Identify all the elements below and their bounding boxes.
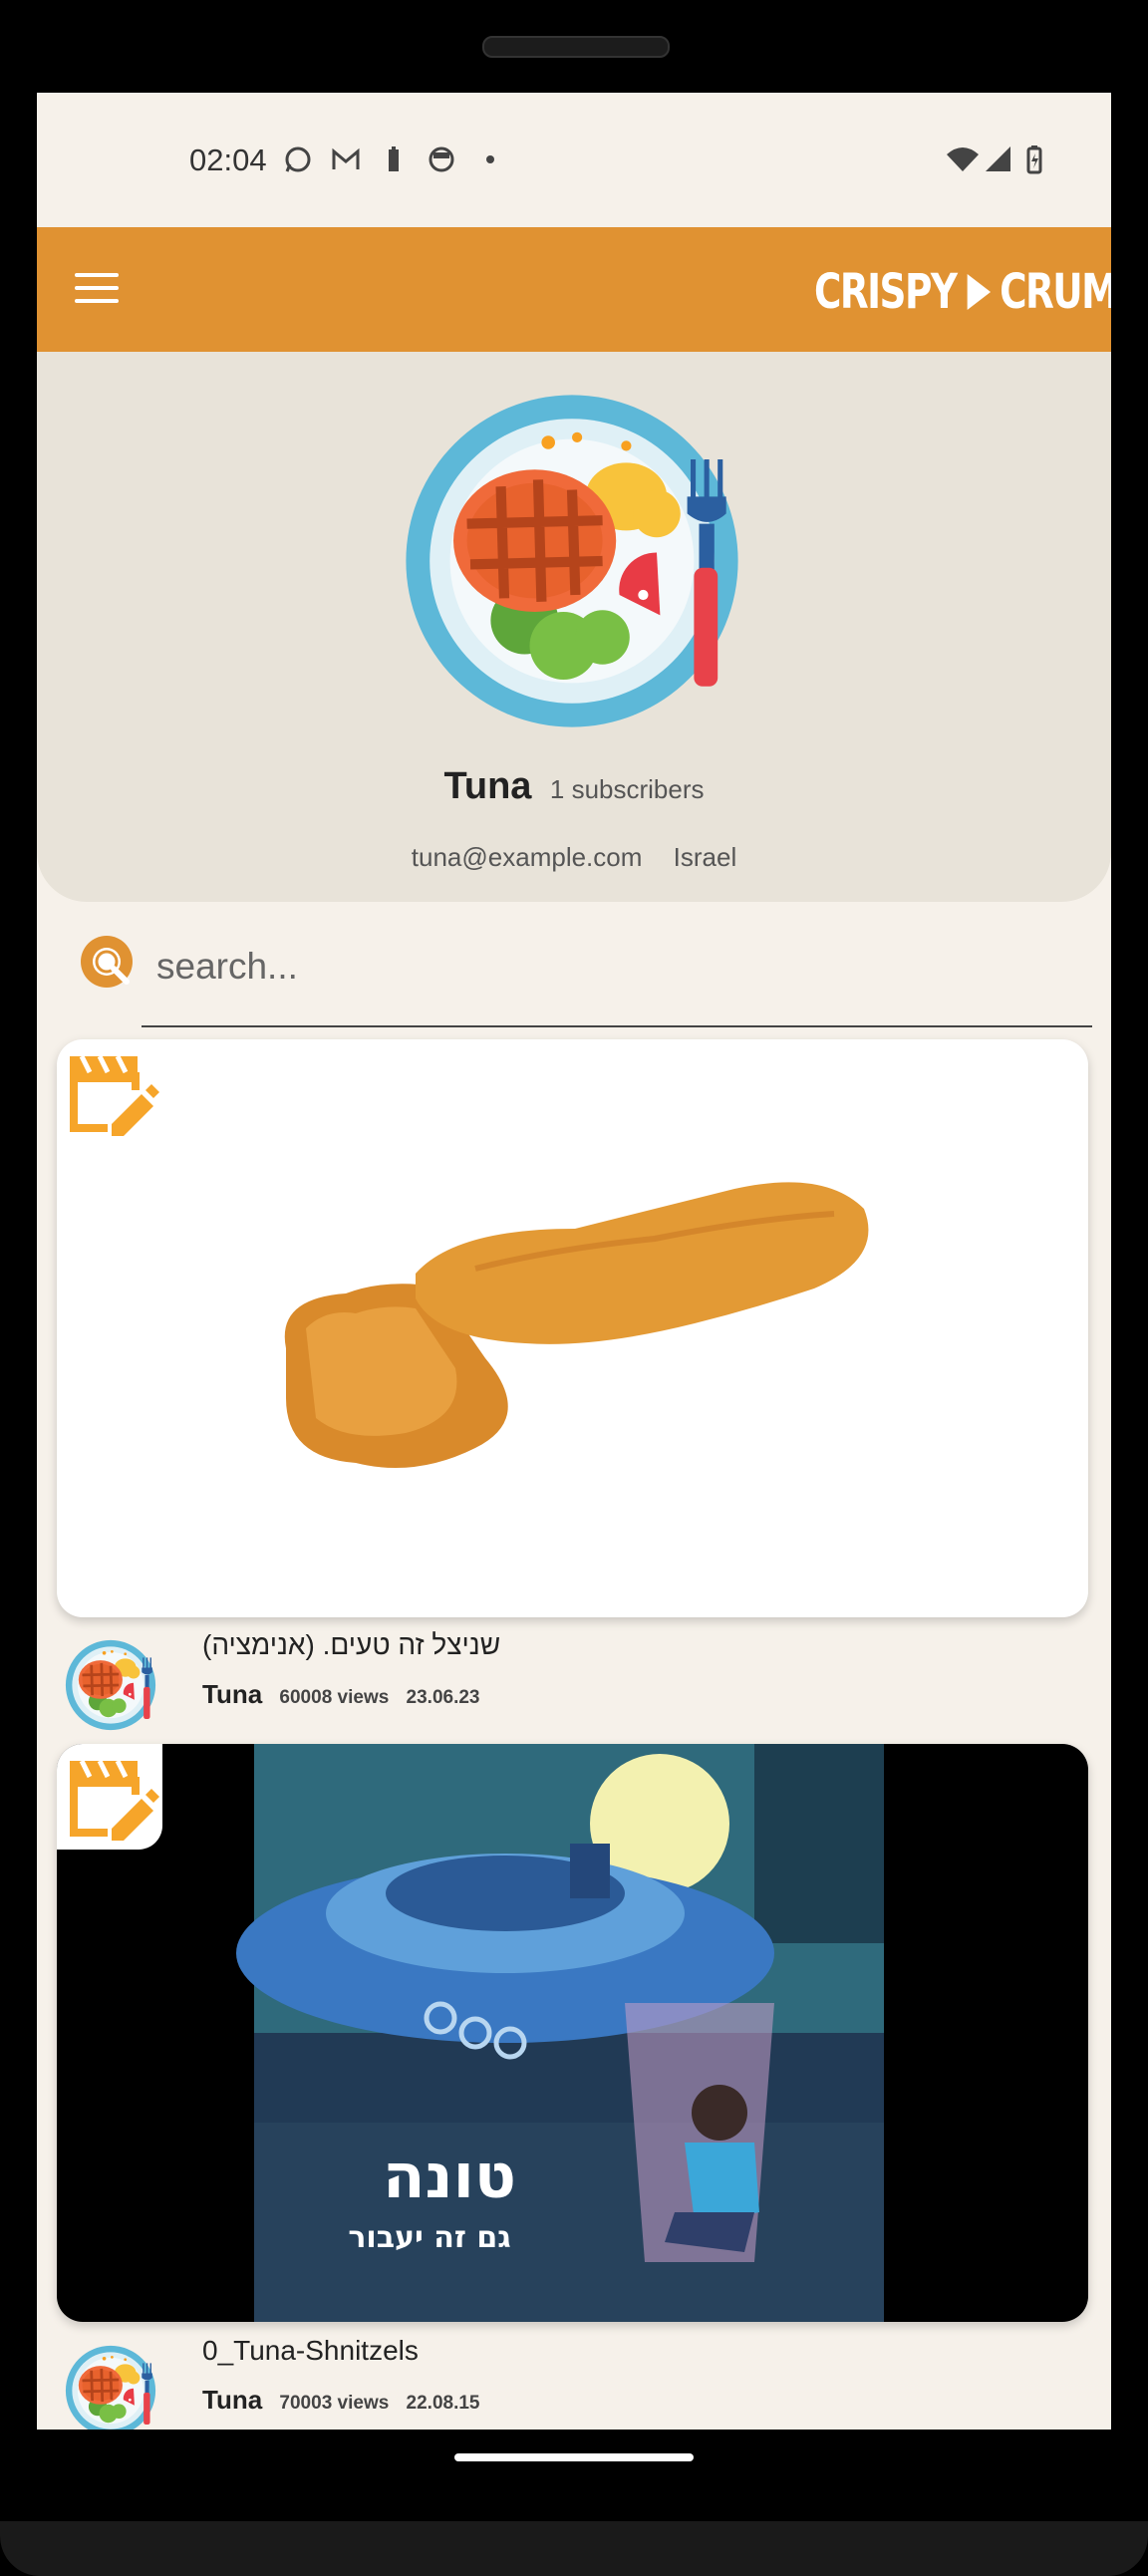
dot-icon — [475, 144, 505, 174]
tuna-animation-thumbnail-image: טונה גם זה יעבור — [236, 1744, 884, 2322]
search-input[interactable] — [156, 942, 1073, 992]
app-logo[interactable]: CRISPY CRUMBS — [814, 261, 1111, 323]
channel-avatar — [403, 392, 741, 730]
clapperboard-edit-icon — [60, 1042, 159, 1142]
logo-text-right: CRUMBS — [1000, 264, 1111, 320]
thumbnail-subtitle-text: גם זה יעבור — [348, 2220, 510, 2255]
channel-email: tuna@example.com — [411, 842, 643, 872]
video-thumbnail[interactable]: טונה גם זה יעבור — [57, 1744, 1088, 2322]
logo-text-left: CRISPY — [814, 264, 958, 320]
face-icon — [427, 144, 456, 174]
hamburger-menu-icon[interactable] — [75, 273, 119, 305]
video-title[interactable]: 0_Tuna-Shnitzels — [202, 2335, 419, 2367]
video-channel-avatar[interactable] — [65, 1639, 156, 1731]
search-icon[interactable] — [77, 932, 141, 996]
video-date: 22.08.15 — [406, 2393, 480, 2414]
profile-header: Tuna 1 subscribers tuna@example.com Isra… — [37, 352, 1111, 902]
video-date: 23.06.23 — [406, 1687, 480, 1708]
schnitzel-thumbnail-image — [284, 1182, 869, 1468]
status-bar: 02:04 — [37, 93, 1111, 227]
battery-saver-icon — [379, 144, 409, 174]
video-title[interactable]: שניצל זה טעים. (אנימציה) — [202, 1629, 500, 1661]
channel-name: Tuna — [443, 765, 532, 807]
cellular-signal-icon — [984, 144, 1013, 174]
play-icon — [967, 274, 991, 310]
phone-chin — [0, 2521, 1148, 2576]
app-bar: CRISPY CRUMBS — [37, 227, 1111, 352]
subscriber-count: 1 subscribers — [549, 774, 705, 804]
edit-video-button[interactable] — [57, 1744, 162, 1850]
video-meta[interactable]: שניצל זה טעים. (אנימציה) Tuna 60008 view… — [57, 1629, 1088, 1729]
phone-frame: 02:04 CRISPY CRU Tuna 1 subscribers tuna… — [0, 0, 1148, 2576]
clapperboard-edit-icon — [60, 1747, 159, 1847]
edit-video-button[interactable] — [57, 1039, 162, 1145]
profile-info-row: tuna@example.com Israel — [37, 842, 1111, 873]
video-channel-name: Tuna — [202, 2385, 263, 2415]
video-subline: Tuna 70003 views 22.08.15 — [202, 2385, 480, 2416]
earpiece-speaker — [482, 36, 670, 58]
channel-country: Israel — [673, 842, 737, 872]
video-thumbnail[interactable] — [57, 1039, 1088, 1617]
app-screen: 02:04 CRISPY CRU Tuna 1 subscribers tuna… — [37, 93, 1111, 2430]
video-meta[interactable]: 0_Tuna-Shnitzels Tuna 70003 views 22.08.… — [57, 2335, 1088, 2430]
wifi-icon — [946, 144, 980, 174]
video-views: 60008 views — [279, 1687, 390, 1708]
gmail-icon — [331, 144, 361, 174]
profile-name-row: Tuna 1 subscribers — [37, 765, 1111, 808]
video-subline: Tuna 60008 views 23.06.23 — [202, 1679, 480, 1710]
video-channel-avatar[interactable] — [65, 2345, 156, 2430]
status-time: 02:04 — [189, 143, 267, 177]
whatsapp-icon — [283, 144, 313, 174]
gesture-nav-handle[interactable] — [454, 2453, 694, 2461]
battery-icon — [1019, 144, 1049, 174]
thumbnail-title-text: טונה — [383, 2140, 516, 2212]
video-views: 70003 views — [279, 2393, 390, 2414]
video-channel-name: Tuna — [202, 1679, 263, 1709]
search-underline — [142, 1025, 1092, 1027]
